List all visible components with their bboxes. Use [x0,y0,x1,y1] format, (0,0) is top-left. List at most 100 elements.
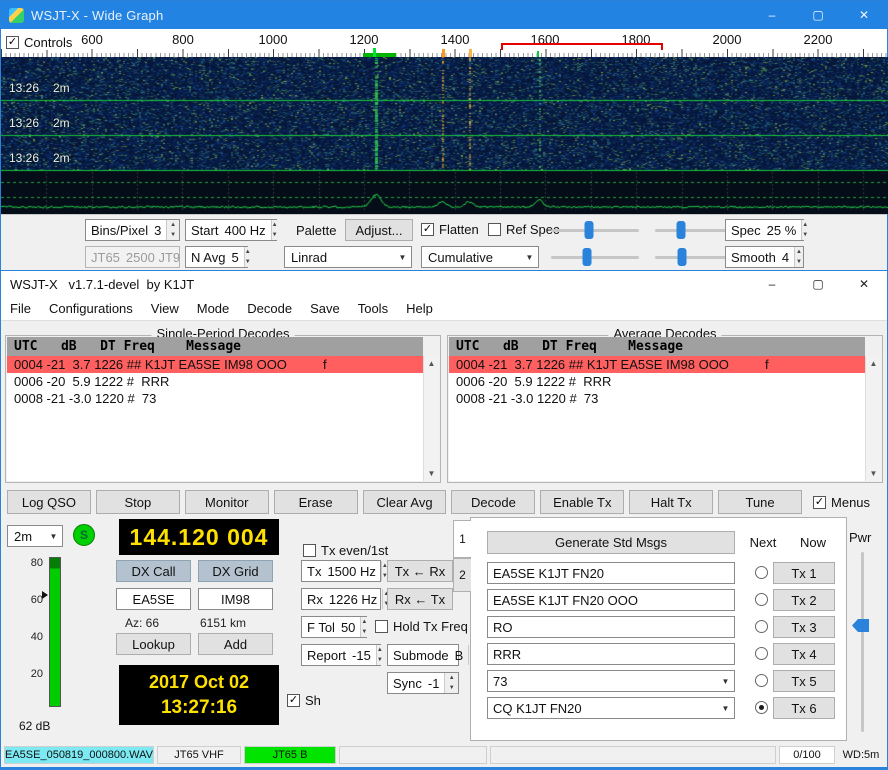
decode-row[interactable]: 0008 -21 -3.0 1220 # 73 [7,390,423,407]
tx-5-button[interactable]: Tx 5 [773,670,835,692]
spinner-arrows-icon[interactable]: ▲▼ [360,617,367,637]
next-radio-1[interactable] [755,566,768,579]
decode-scrollbar[interactable]: ▲ ▼ [423,356,439,481]
pwr-slider-handle[interactable] [852,619,869,632]
scroll-down-icon[interactable]: ▼ [870,466,878,481]
decode-row[interactable]: 0008 -21 -3.0 1220 # 73 [449,390,865,407]
band-combo[interactable]: 2m ▼ [7,525,63,547]
spec-percent-spinner[interactable]: Spec25 % ▲▼ [725,219,804,241]
scroll-up-icon[interactable]: ▲ [428,356,436,371]
n-avg-spinner[interactable]: N Avg5 ▲▼ [185,246,248,268]
dx-grid-button[interactable]: DX Grid [198,560,273,582]
wide-graph-titlebar[interactable]: WSJT-X - Wide Graph – ▢ ✕ [1,1,887,29]
decode-row[interactable]: 0004 -21 3.7 1226 ## K1JT EA5SE IM98 OOO… [7,356,423,373]
spinner-arrows-icon[interactable]: ▲▼ [166,220,179,240]
menu-item-mode[interactable]: Mode [188,298,239,319]
menu-item-save[interactable]: Save [301,298,349,319]
spinner-arrows-icon[interactable]: ▲▼ [794,247,803,267]
dx-grid-field[interactable]: IM98 [198,588,273,610]
rx-to-tx-button[interactable]: Rx ← Tx [387,588,453,610]
decode-row[interactable]: 0004 -21 3.7 1226 ## K1JT EA5SE IM98 OOO… [449,356,865,373]
menu-item-decode[interactable]: Decode [238,298,301,319]
menu-item-view[interactable]: View [142,298,188,319]
scroll-down-icon[interactable]: ▼ [428,466,436,481]
message-field-1[interactable]: EA5SE K1JT FN20 [487,562,735,584]
submode-spinner[interactable]: SubmodeB ▲▼ [387,644,459,666]
next-radio-4[interactable] [755,647,768,660]
next-radio-3[interactable] [755,620,768,633]
decode-row[interactable]: 0006 -20 5.9 1222 # RRR [449,373,865,390]
waterfall-gain-slider[interactable] [549,246,641,268]
main-titlebar[interactable]: WSJT-X v1.7.1-devel by K1JT – ▢ ✕ [1,271,887,297]
tx-even-checkbox[interactable]: Tx even/1st [303,543,388,558]
close-button[interactable]: ✕ [841,1,887,29]
tx-to-rx-button[interactable]: Tx ← Rx [387,560,453,582]
next-radio-2[interactable] [755,593,768,606]
scroll-up-icon[interactable]: ▲ [870,356,878,371]
message-field-4[interactable]: RRR [487,643,735,665]
spinner-arrows-icon[interactable]: ▲▼ [444,673,458,693]
controls-checkbox[interactable]: ✓ Controls [6,35,77,50]
enable-tx-button[interactable]: Enable Tx [540,490,624,514]
rx-freq-spinner[interactable]: Rx1226 Hz ▲▼ [301,588,381,610]
message-field-2[interactable]: EA5SE K1JT FN20 OOO [487,589,735,611]
ftol-spinner[interactable]: F Tol50 ▲▼ [301,616,367,638]
add-button[interactable]: Add [198,633,273,655]
tx-4-button[interactable]: Tx 4 [773,643,835,665]
dx-call-button[interactable]: DX Call [116,560,191,582]
tx-6-button[interactable]: Tx 6 [773,697,835,719]
lookup-button[interactable]: Lookup [116,633,191,655]
palette-adjust-button[interactable]: Adjust... [345,219,413,241]
messages-tab-1[interactable]: 1 [453,520,471,558]
message-combo-5[interactable]: 73▼ [487,670,735,692]
messages-tab-2[interactable]: 2 [453,558,471,592]
tx-3-button[interactable]: Tx 3 [773,616,835,638]
stop-button[interactable]: Stop [96,490,180,514]
menu-item-help[interactable]: Help [397,298,442,319]
hold-tx-freq-checkbox[interactable]: Hold Tx Freq [375,619,468,634]
generate-std-msgs-button[interactable]: Generate Std Msgs [487,531,735,554]
maximize-button[interactable]: ▢ [795,271,841,297]
start-freq-spinner[interactable]: Start400 Hz ▲▼ [185,219,277,241]
tune-button[interactable]: Tune [718,490,802,514]
spinner-arrows-icon[interactable]: ▲▼ [801,220,808,240]
message-field-3[interactable]: RO [487,616,735,638]
decode-scrollbar[interactable]: ▲ ▼ [865,356,881,481]
minimize-button[interactable]: – [749,271,795,297]
close-button[interactable]: ✕ [841,271,887,297]
menu-item-tools[interactable]: Tools [349,298,397,319]
spinner-arrows-icon[interactable]: ▲▼ [376,645,383,665]
report-spinner[interactable]: Report-15 ▲▼ [301,644,381,666]
waterfall[interactable]: 13:26 2m 13:26 2m 13:26 2m [1,57,887,214]
halt-tx-button[interactable]: Halt Tx [629,490,713,514]
sync-spinner[interactable]: Sync-1 ▲▼ [387,672,459,694]
menu-item-file[interactable]: File [1,298,40,319]
menu-item-configurations[interactable]: Configurations [40,298,142,319]
slider-handle[interactable] [582,248,591,266]
spinner-arrows-icon[interactable]: ▲▼ [244,247,251,267]
sh-checkbox[interactable]: ✓ Sh [287,693,321,708]
waterfall-canvas[interactable] [1,57,888,214]
minimize-button[interactable]: – [749,1,795,29]
slider-handle[interactable] [676,221,685,239]
clear-avg-button[interactable]: Clear Avg [363,490,447,514]
flatten-checkbox[interactable]: ✓ Flatten [421,222,479,237]
next-radio-5[interactable] [755,674,768,687]
palette-combo[interactable]: Linrad ▼ [284,246,412,268]
spec-gain-slider[interactable] [549,219,641,241]
log-qso-button[interactable]: Log QSO [7,490,91,514]
pwr-slider[interactable] [861,552,864,732]
tx-2-button[interactable]: Tx 2 [773,589,835,611]
dx-call-field[interactable]: EA5SE [116,588,191,610]
tx-1-button[interactable]: Tx 1 [773,562,835,584]
smooth-spinner[interactable]: Smooth4 ▲▼ [725,246,804,268]
bins-per-pixel-spinner[interactable]: Bins/Pixel3 ▲▼ [85,219,180,241]
slider-handle[interactable] [677,248,686,266]
decode-button[interactable]: Decode [451,490,535,514]
spinner-arrows-icon[interactable]: ▲▼ [271,220,278,240]
frequency-display[interactable]: 144.120 004 [119,519,279,555]
monitor-button[interactable]: Monitor [185,490,269,514]
slider-handle[interactable] [584,221,593,239]
tx-freq-spinner[interactable]: Tx1500 Hz ▲▼ [301,560,381,582]
next-radio-6[interactable] [755,701,768,714]
